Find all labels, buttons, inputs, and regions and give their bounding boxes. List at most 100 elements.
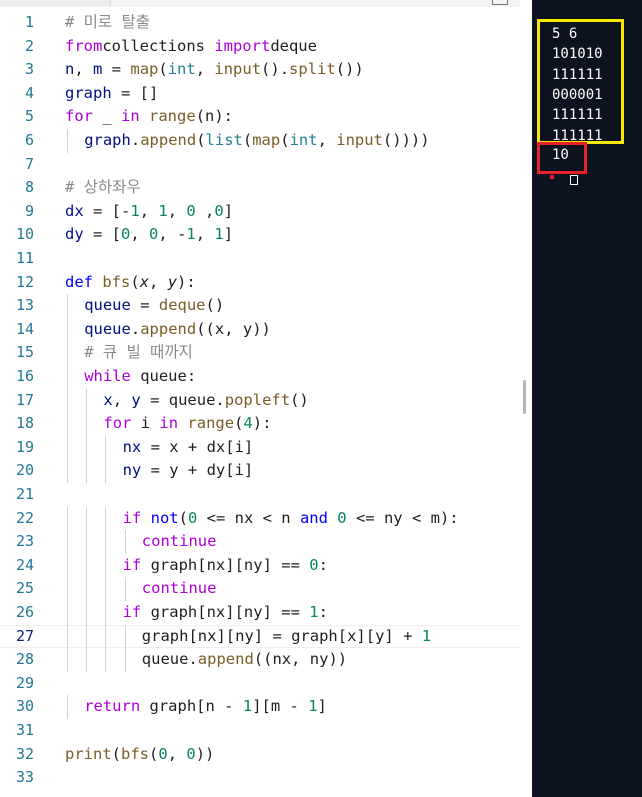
code-line[interactable]: 29: [0, 672, 520, 696]
code-line[interactable]: 19 nx = x + dx[i]: [0, 435, 520, 460]
indent-guide: [67, 530, 68, 554]
code-token: deque: [270, 36, 317, 55]
code-token: ,: [139, 201, 159, 220]
code-token: ):: [177, 272, 196, 291]
code-token: dx: [65, 201, 84, 220]
code-token: for: [65, 107, 93, 126]
split-editor-icon[interactable]: [492, 0, 508, 5]
code-line[interactable]: 17 x, y = queue.popleft(): [0, 388, 520, 413]
indent-guide: [105, 577, 107, 601]
code-line[interactable]: 13 queue = deque(): [0, 294, 520, 318]
code-line[interactable]: 22 if not(0 <= nx < n and 0 <= ny < m):: [0, 506, 520, 531]
code-line[interactable]: 26 if graph[nx][ny] == 1:: [0, 601, 520, 625]
code-token: = x + dx[i]: [141, 437, 254, 456]
code-token: ,: [112, 390, 132, 409]
code-line[interactable]: 20 ny = y + dy[i]: [0, 459, 520, 483]
code-line[interactable]: 15 # 큐 빌 때까지: [0, 341, 520, 365]
code-token: .: [130, 131, 141, 149]
code-token: ,: [167, 201, 187, 220]
code-token: ,: [149, 272, 168, 291]
code-token: map: [130, 60, 159, 79]
code-token: = queue.: [140, 390, 225, 409]
code-line[interactable]: 21: [0, 483, 520, 507]
indent-guide: [67, 317, 68, 342]
code-text: n, m = map(int, input().split()): [65, 58, 364, 82]
code-line[interactable]: 25 continue: [0, 577, 520, 601]
code-text: queue = deque(): [84, 294, 224, 318]
code-token: (): [205, 296, 225, 315]
line-number: 15: [15, 343, 34, 362]
line-number: 10: [15, 225, 34, 244]
line-number: 20: [15, 461, 34, 480]
line-number: 29: [15, 673, 34, 692]
code-token: 1: [214, 225, 224, 244]
code-token: (: [280, 131, 290, 149]
code-token: = y + dy[i]: [141, 461, 254, 480]
code-token: ,: [130, 225, 150, 244]
code-text: graph = []: [65, 82, 158, 106]
code-editor[interactable]: 1 # 미로 탈출 2 fromcollections importdeque 3 n, …: [0, 0, 520, 797]
code-line[interactable]: 14 queue.append((x, y)): [0, 317, 520, 342]
editor-tab[interactable]: [0, 0, 111, 6]
code-line[interactable]: 12 def bfs(x, y):: [0, 271, 520, 295]
code-line[interactable]: 28 queue.append((nx, ny)): [0, 648, 520, 672]
code-line[interactable]: 27 graph[nx][ny] = graph[x][y] + 1: [0, 624, 520, 649]
code-token: 0: [187, 508, 198, 527]
code-token: if: [122, 555, 142, 574]
code-line[interactable]: 10 dy = [0, 0, -1, 1]: [0, 223, 520, 247]
line-number: 3: [24, 60, 34, 79]
code-token: x: [139, 272, 150, 291]
code-token: ][m -: [252, 697, 309, 716]
indent-guide: [86, 388, 88, 413]
code-line[interactable]: 4 graph = []: [0, 82, 520, 106]
code-line[interactable]: 31: [0, 719, 520, 743]
code-token: ,: [195, 225, 215, 244]
code-line[interactable]: 23 continue: [0, 530, 520, 554]
code-token: append: [197, 650, 254, 669]
code-line[interactable]: 3 n, m = map(int, input().split()): [0, 58, 520, 82]
line-number: 19: [15, 437, 34, 456]
code-line[interactable]: 11: [0, 247, 520, 271]
indent-guide: [67, 129, 68, 153]
code-token: if: [122, 603, 142, 621]
line-number: 2: [24, 36, 34, 55]
code-line[interactable]: 18 for i in range(4):: [0, 412, 520, 436]
code-token: from: [65, 36, 103, 55]
line-number: 25: [15, 579, 34, 598]
code-token: <= nx < n: [197, 508, 300, 527]
code-line[interactable]: 2 fromcollections importdeque: [0, 35, 520, 59]
indent-guide: [105, 435, 107, 460]
scrollbar-thumb[interactable]: [523, 380, 526, 414]
indent-guide: [86, 553, 88, 578]
code-token: y: [131, 390, 141, 409]
code-text: # 미로 탈출: [65, 11, 150, 35]
code-line[interactable]: 32 print(bfs(0, 0)): [0, 743, 520, 767]
code-text: queue.append((nx, ny)): [142, 648, 347, 672]
code-token: ]: [223, 225, 234, 244]
code-line[interactable]: 7: [0, 153, 520, 177]
code-line[interactable]: 33: [0, 766, 520, 790]
indent-guide: [86, 577, 88, 601]
code-line[interactable]: 30 return graph[n - 1][m - 1]: [0, 695, 520, 719]
code-line[interactable]: 24 if graph[nx][ny] == 0:: [0, 553, 520, 578]
indent-guide: [124, 530, 126, 554]
code-line[interactable]: 16 while queue:: [0, 365, 520, 389]
editor-scrollbar[interactable]: [520, 0, 532, 797]
code-line[interactable]: 1 # 미로 탈출: [0, 11, 520, 35]
code-text: nx = x + dx[i]: [123, 436, 254, 460]
code-line[interactable]: 8 # 상하좌우: [0, 176, 520, 200]
code-token: bfs: [121, 744, 150, 763]
code-line[interactable]: 6 graph.append(list(map(int, input()))): [0, 129, 520, 153]
code-token: dy: [65, 225, 84, 244]
code-token: ,: [74, 60, 94, 79]
code-text: return graph[n - 1][m - 1]: [84, 695, 327, 719]
code-line[interactable]: 5 for _ in range(n):: [0, 105, 520, 129]
code-text: graph[nx][ny] = graph[x][y] + 1: [142, 625, 431, 649]
code-token: 4: [243, 414, 253, 433]
code-text: queue.append((x, y)): [84, 318, 271, 342]
code-token: ,: [317, 131, 337, 149]
code-token: for: [103, 414, 132, 433]
indent-guide: [86, 601, 88, 625]
code-line[interactable]: 9 dx = [-1, 1, 0 ,0]: [0, 200, 520, 224]
